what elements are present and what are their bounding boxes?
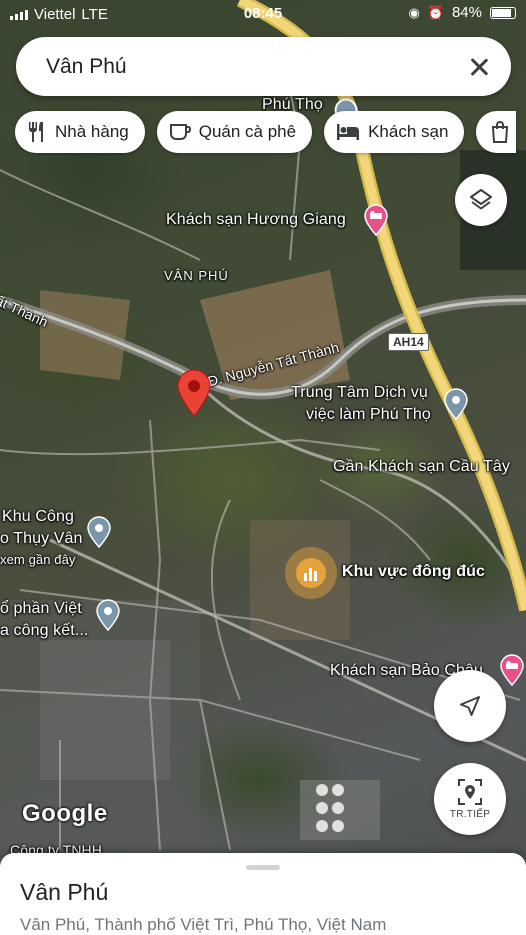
poi-pin-icon[interactable] <box>86 516 112 548</box>
coffee-icon <box>169 124 191 140</box>
chip-label: Quán cà phê <box>198 122 297 141</box>
map-label-dich-vu-line1[interactable]: Trung Tâm Dịch vụ <box>291 384 428 402</box>
my-location-button[interactable] <box>434 670 506 742</box>
map-label-co-phan-line2[interactable]: a công kết... <box>0 622 88 640</box>
chip-coffee[interactable]: Quán cà phê <box>156 111 313 153</box>
poi-pin-icon[interactable] <box>443 388 469 420</box>
signal-icon <box>10 8 28 20</box>
google-logo: Google <box>22 800 108 827</box>
chip-hotels[interactable]: Khách sạn <box>324 111 465 153</box>
clock: 08:45 <box>243 5 283 22</box>
close-icon[interactable] <box>467 55 491 79</box>
chip-restaurants[interactable]: Nhà hàng <box>15 111 145 153</box>
chip-label: Khách sạn <box>368 122 449 141</box>
place-title: Vân Phú <box>20 879 109 905</box>
highway-shield-ah14: AH14 <box>388 333 429 351</box>
crowded-area-icon[interactable] <box>284 546 338 600</box>
map-label-van-phu-area: VÂN PHÚ <box>164 268 229 283</box>
map-label-khu-cong-line3: xem gần đây <box>0 552 76 567</box>
map-label-khach-san-huong-giang[interactable]: Khách sạn Hương Giang <box>166 211 346 229</box>
shopping-icon <box>492 121 509 143</box>
place-address: Vân Phú, Thành phố Việt Trì, Phú Thọ, Vi… <box>20 915 387 934</box>
battery-icon <box>490 6 516 19</box>
chip-shopping[interactable] <box>476 111 517 153</box>
selected-location-pin-icon[interactable] <box>176 369 212 417</box>
alarm-icon: ⏰ <box>427 4 444 20</box>
status-bar: Viettel LTE 08:45 ◉ ⏰ 84% <box>0 0 526 28</box>
layers-button[interactable] <box>455 174 507 226</box>
category-chips: Nhà hàng Quán cà phê Khách sạn <box>15 111 517 153</box>
directions-button[interactable]: TR.TIẾP <box>434 763 506 835</box>
restaurant-icon <box>29 122 43 142</box>
map-label-dich-vu-line2[interactable]: việc làm Phú Thọ <box>306 406 431 424</box>
battery-percent: 84% <box>451 4 482 21</box>
network-type: LTE <box>81 5 108 23</box>
hotel-pin-icon[interactable] <box>499 654 525 686</box>
hotel-icon <box>337 124 360 140</box>
hotel-pin-icon[interactable] <box>363 204 389 236</box>
directions-pin-icon <box>458 779 482 805</box>
carrier-name: Viettel <box>34 5 76 23</box>
map-label-gan-khach-san-cau-tay: Gần Khách sạn Cầu Tây <box>333 458 511 475</box>
poi-pin-icon[interactable] <box>95 599 121 631</box>
map-label-khu-cong-line1[interactable]: Khu Công <box>2 508 74 526</box>
layers-icon <box>470 189 492 210</box>
map-label-co-phan-line1[interactable]: ổ phần Việt <box>0 600 82 618</box>
place-bottom-sheet[interactable]: Vân Phú Vân Phú, Thành phố Việt Trì, Phú… <box>0 853 526 935</box>
chip-label: Nhà hàng <box>55 122 129 141</box>
map-label-khu-cong-line2[interactable]: o Thụy Vân <box>0 530 83 548</box>
directions-label: TR.TIẾP <box>449 809 491 820</box>
sheet-drag-handle[interactable] <box>246 865 280 870</box>
location-services-icon: ◉ <box>408 4 420 20</box>
search-query[interactable]: Vân Phú <box>46 55 467 79</box>
search-bar[interactable]: Vân Phú <box>16 37 511 96</box>
map-label-khu-vuc-dong-duc[interactable]: Khu vực đông đúc <box>342 563 485 581</box>
navigation-arrow-icon <box>460 696 480 716</box>
